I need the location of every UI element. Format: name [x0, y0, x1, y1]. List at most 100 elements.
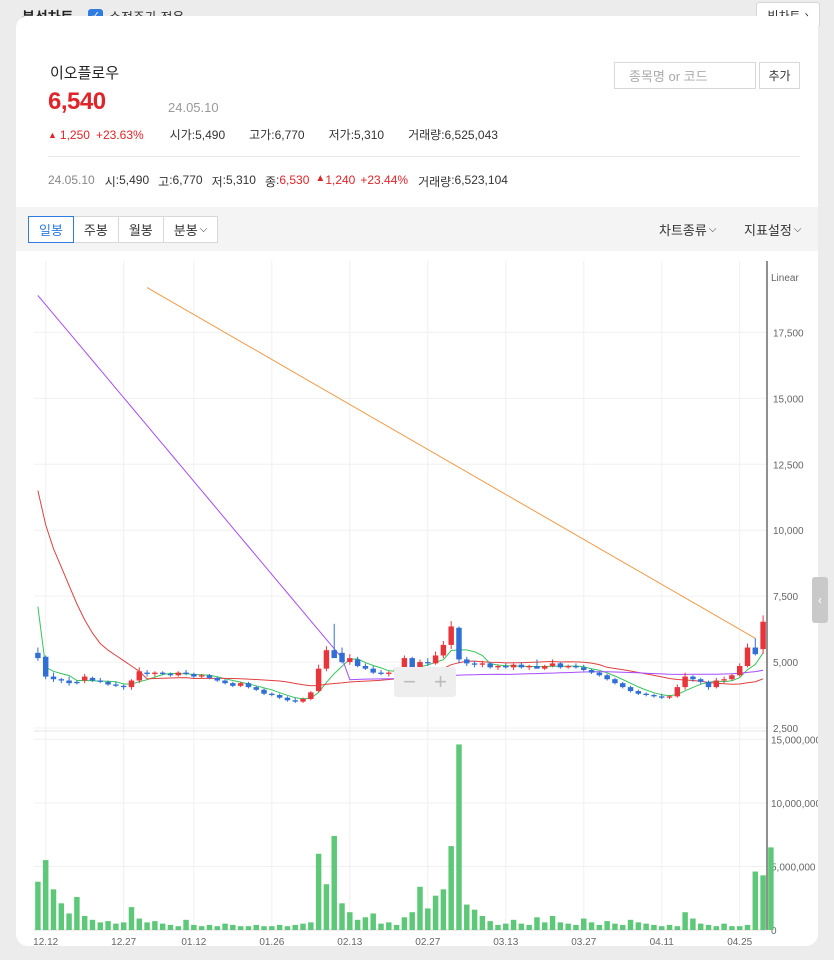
volume-bar — [736, 926, 743, 930]
candle-body — [448, 626, 454, 645]
candle-body — [690, 676, 696, 680]
candle-body — [464, 659, 470, 664]
volume-bar — [128, 907, 135, 930]
volume-bar — [565, 923, 571, 930]
candle-body — [308, 692, 314, 699]
up-triangle-icon: ▲ — [315, 173, 326, 184]
detail-volume: 6,523,104 — [454, 173, 508, 187]
candle-body — [230, 683, 236, 686]
candle-body — [503, 666, 509, 668]
volume-bar — [386, 922, 392, 930]
up-triangle-icon: ▲ — [48, 129, 57, 140]
detail-close: 6,530 — [279, 173, 310, 187]
tab-weekly[interactable]: 주봉 — [73, 216, 119, 243]
zoom-out-icon[interactable]: − — [403, 669, 416, 695]
candle-body — [198, 675, 205, 677]
volume-label: 거래량 — [408, 128, 442, 142]
volume-value: 6,525,043 — [444, 127, 498, 142]
candle-body — [697, 679, 704, 682]
x-tick-label: 12.27 — [111, 937, 136, 946]
high-label: 고가 — [249, 128, 272, 142]
volume-bar — [542, 922, 548, 930]
volume-bar — [331, 835, 337, 930]
candle-body — [42, 656, 49, 677]
detail-open: 5,490 — [119, 173, 150, 187]
volume-bar — [697, 923, 704, 930]
detail-open-label: 시 — [104, 175, 116, 189]
candle-body — [612, 679, 618, 684]
add-button[interactable]: 추가 — [759, 62, 800, 89]
candle-body — [705, 681, 712, 688]
volume-bar — [323, 884, 330, 930]
candle-body — [596, 672, 603, 676]
volume-bar — [620, 924, 626, 930]
volume-bar — [581, 918, 587, 930]
candle-body — [89, 677, 96, 681]
volume-bar — [401, 917, 408, 930]
chart-type-dropdown[interactable]: 차트종류 ⌵ — [659, 220, 716, 239]
volume-tick-label: 5,000,000 — [771, 862, 816, 873]
candle-body — [565, 666, 571, 668]
tab-monthly[interactable]: 월봉 — [118, 216, 164, 243]
chart-card: 이오플로우 6,540 24.05.10 ▲ 1,250 +23.63% 시가:… — [16, 16, 818, 946]
volume-bar — [362, 917, 369, 930]
volume-bar — [690, 918, 696, 930]
detail-low-label: 저 — [211, 175, 223, 189]
stock-name: 이오플로우 — [50, 65, 120, 82]
volume-bar — [214, 926, 220, 930]
chart-type-label: 차트종류 — [659, 223, 707, 238]
candle-body — [682, 676, 688, 688]
x-tick-label: 01.26 — [259, 937, 284, 946]
side-panel-handle[interactable]: ‹ — [812, 577, 828, 623]
volume-bar — [81, 916, 88, 930]
tab-minute[interactable]: 분봉 ⌵ — [163, 216, 219, 243]
zoom-in-icon[interactable]: + — [434, 669, 447, 695]
candle-body — [74, 681, 80, 684]
volume-bar — [479, 916, 486, 930]
candle-body — [658, 696, 665, 698]
volume-tick-label: 15,000,000 — [771, 735, 818, 746]
indicator-settings-dropdown[interactable]: 지표설정 ⌵ — [744, 220, 801, 239]
candle-body — [440, 644, 447, 656]
tab-daily[interactable]: 일봉 — [28, 216, 74, 243]
candle-detail-row: 24.05.10 시:5,490 고:6,770 저:5,310 종:6,530… — [48, 173, 508, 189]
volume-bar — [534, 917, 540, 930]
search-input[interactable]: 종목명 or 코드 — [614, 62, 756, 89]
volume-bar — [198, 926, 205, 930]
volume-bar — [42, 860, 49, 930]
candle-body — [729, 675, 735, 680]
candle-body — [425, 662, 431, 664]
volume-bar — [729, 926, 735, 930]
candle-body — [183, 672, 189, 674]
volume-bar — [456, 744, 462, 930]
price-change-pct: +23.63% — [95, 127, 144, 142]
volume-bar — [136, 918, 143, 930]
candle-body — [323, 650, 330, 669]
candle-body — [113, 684, 119, 686]
candle-body — [386, 672, 392, 674]
candle-body — [284, 697, 291, 701]
candle-body — [159, 672, 166, 674]
candle-body — [666, 696, 673, 698]
volume-bar — [245, 926, 252, 930]
chevron-down-icon: ⌵ — [199, 224, 208, 235]
candle-body — [370, 668, 376, 673]
price-volume-chart[interactable]: Linear 2,500 5,000 7,500 10,000 12,500 15,000 1… — [16, 253, 818, 946]
volume-bar — [503, 923, 509, 930]
candle-body — [354, 659, 361, 667]
volume-bar — [635, 922, 642, 930]
volume-bar — [292, 924, 298, 930]
volume-bar — [97, 922, 104, 930]
low-value: 5,310 — [354, 127, 385, 142]
candle-body — [744, 647, 751, 667]
volume-bar — [276, 924, 283, 930]
x-tick-label: 12.12 — [33, 937, 58, 946]
period-tabs: 일봉 주봉 월봉 분봉 ⌵ — [28, 216, 219, 243]
candle-body — [253, 687, 259, 690]
price-tick-label: 17,500 — [773, 328, 804, 339]
volume-bar — [237, 926, 244, 930]
volume-bar — [222, 923, 228, 930]
candle-body — [471, 663, 478, 665]
x-tick-label: 04.11 — [650, 937, 675, 946]
volume-bar — [464, 904, 470, 930]
